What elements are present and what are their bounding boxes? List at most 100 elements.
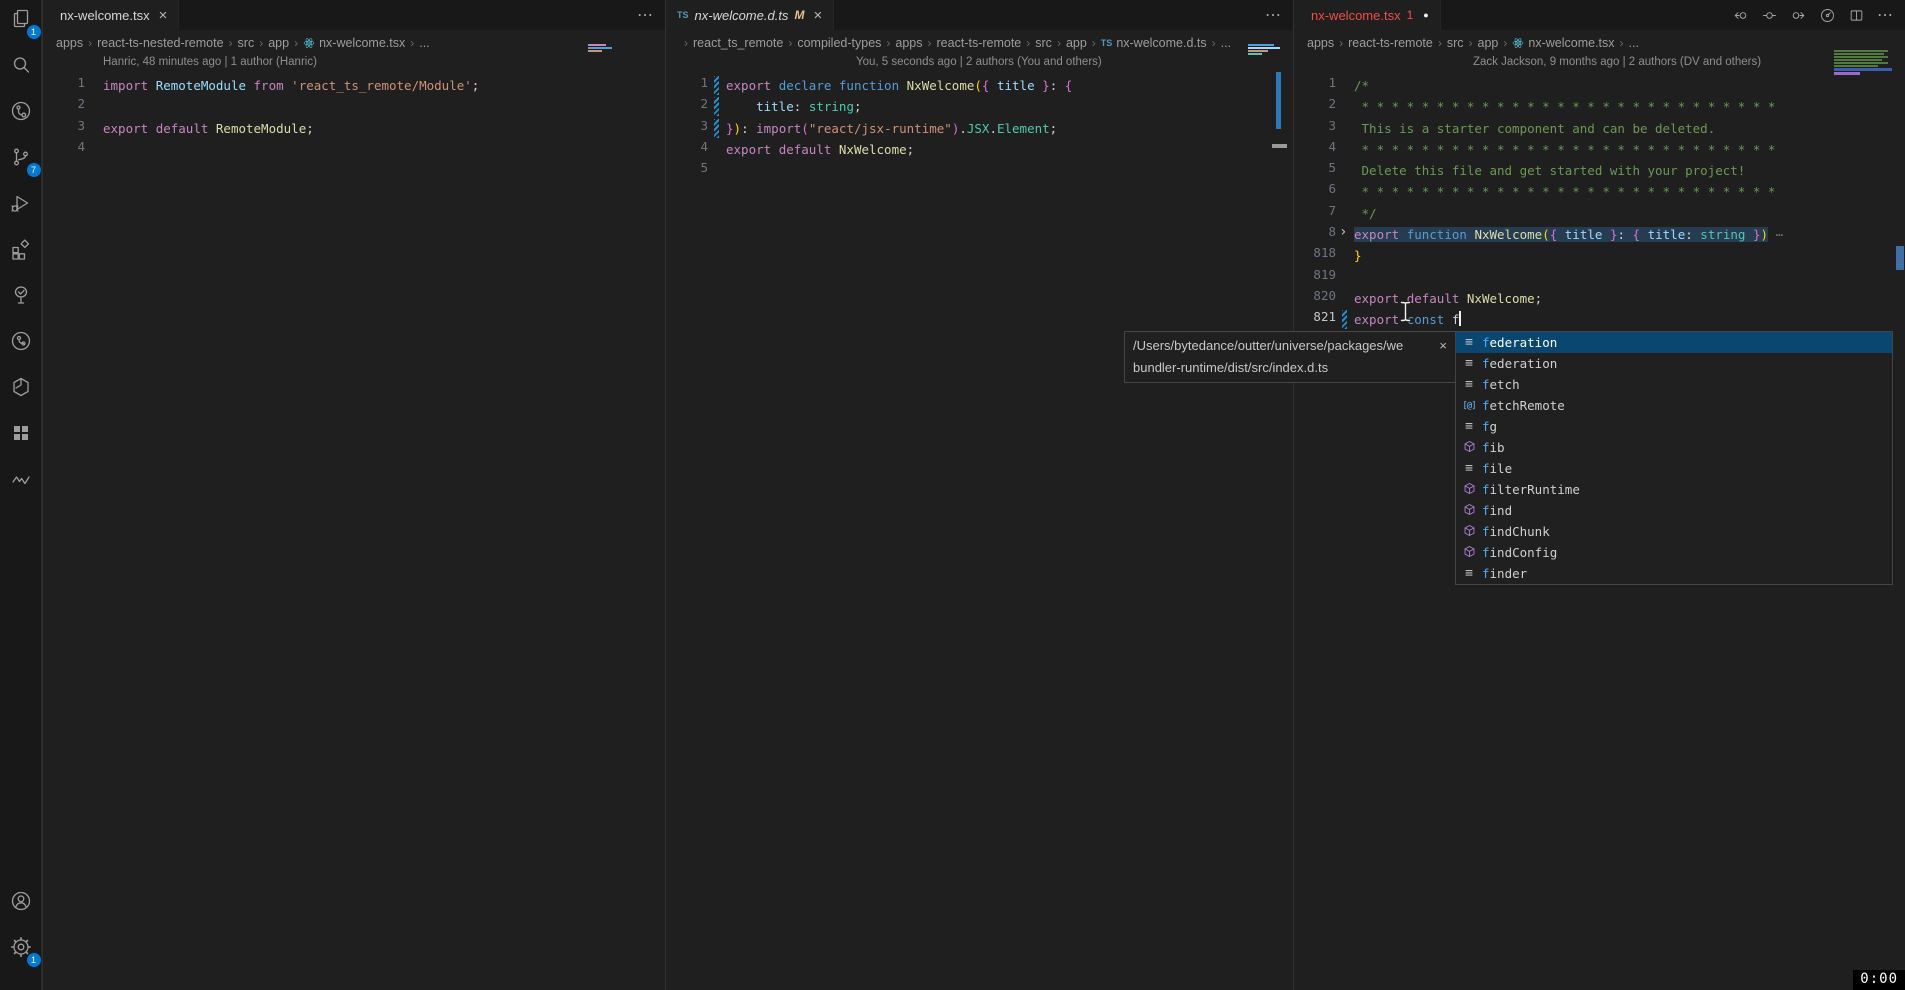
react-icon <box>1512 37 1524 49</box>
fold-chevron-icon[interactable]: › <box>1339 224 1347 240</box>
suggestion-fetch[interactable]: ≡fetch <box>1456 374 1892 395</box>
suggestion-fetchRemote[interactable]: [@]fetchRemote <box>1456 395 1892 416</box>
code-editor[interactable]: Hanric, 48 minutes ago | 1 author (Hanri… <box>43 56 665 990</box>
line-text: */ <box>1354 203 1377 224</box>
activity-item-source-control[interactable]: 7 <box>8 146 34 172</box>
activity-bar: 1 7 1 <box>0 0 42 990</box>
code-line-4: 4export default NxWelcome; <box>666 139 1293 160</box>
next-change-icon[interactable] <box>1790 7 1807 24</box>
close-tab-icon[interactable]: × <box>159 8 168 23</box>
activity-item-extensions[interactable] <box>8 238 34 264</box>
breadcrumb-item[interactable]: react-ts-remote <box>937 36 1022 50</box>
breadcrumb-item[interactable]: react-ts-remote <box>1348 36 1433 50</box>
suggestion-label: fib <box>1482 440 1505 455</box>
activity-item-commit-graph[interactable] <box>8 330 34 356</box>
suggestion-fg[interactable]: ≡fg <box>1456 416 1892 437</box>
breadcrumb-item[interactable]: app <box>1478 36 1499 50</box>
minimap[interactable] <box>588 44 612 52</box>
gutter-modified-marker <box>714 97 719 116</box>
dirty-indicator-icon[interactable]: ● <box>1423 10 1428 20</box>
code-line-1: 1export declare function NxWelcome({ tit… <box>666 75 1293 96</box>
more-actions-icon[interactable]: ⋯ <box>637 5 653 25</box>
breadcrumb-item[interactable]: TSnx-welcome.d.ts <box>1101 36 1207 50</box>
codelens-blame[interactable]: You, 5 seconds ago | 2 authors (You and … <box>856 56 1102 75</box>
breadcrumb: apps›react-ts-nested-remote›src›app›nx-w… <box>43 30 665 56</box>
line-text: export function NxWelcome({ title }: { t… <box>1354 224 1783 245</box>
breadcrumb-item[interactable]: ... <box>1629 36 1639 50</box>
line-text: /* <box>1354 75 1369 96</box>
minimap[interactable] <box>1834 50 1892 75</box>
chevron-right-icon: › <box>1026 36 1030 50</box>
breadcrumb-item[interactable]: nx-welcome.tsx <box>303 36 405 50</box>
activity-badge: 7 <box>27 163 41 177</box>
breadcrumb-item[interactable]: apps <box>56 36 83 50</box>
breadcrumb-item[interactable]: src <box>1447 36 1464 50</box>
minimap[interactable] <box>1248 44 1280 55</box>
activity-item-explorer[interactable]: 1 <box>8 8 34 34</box>
history-icon[interactable] <box>1819 7 1836 24</box>
breadcrumb-item[interactable]: apps <box>895 36 922 50</box>
breadcrumb-item[interactable]: compiled-types <box>797 36 881 50</box>
activity-item-grid-extension[interactable] <box>8 422 34 448</box>
chevron-right-icon: › <box>1092 36 1096 50</box>
tooltip-path-line1: /Users/bytedance/outter/universe/package… <box>1133 335 1433 357</box>
breadcrumb-item[interactable]: src <box>1035 36 1052 50</box>
codelens-blame[interactable]: Zack Jackson, 9 months ago | 2 authors (… <box>1473 56 1761 75</box>
breadcrumb: apps›react-ts-remote›src›app›nx-welcome.… <box>1294 30 1905 56</box>
prev-change-icon[interactable] <box>1732 7 1749 24</box>
more-actions-icon[interactable]: ⋯ <box>1877 5 1893 25</box>
hexagon-icon <box>9 375 33 404</box>
line-number: 1 <box>666 75 708 90</box>
editor-group-1: nx-welcome.tsx×⋯apps›react-ts-nested-rem… <box>42 0 665 990</box>
close-icon[interactable]: × <box>1439 335 1447 357</box>
line-number: 820 <box>1294 288 1336 303</box>
activity-item-testing-tree[interactable] <box>8 284 34 310</box>
split-editor-icon[interactable] <box>1848 7 1865 24</box>
scrollbar-thumb[interactable] <box>1896 246 1904 270</box>
breadcrumb-item[interactable]: react_ts_remote <box>693 36 783 50</box>
activity-item-gitlens[interactable] <box>8 100 34 126</box>
tab-nx-welcome.d.ts[interactable]: TSnx-welcome.d.tsM× <box>666 0 834 30</box>
activity-item-run-debug[interactable] <box>8 192 34 218</box>
line-text: export default RemoteModule; <box>103 118 314 139</box>
tab-nx-welcome.tsx[interactable]: nx-welcome.tsx1● <box>1294 0 1441 30</box>
code-line-1: 1import RemoteModule from 'react_ts_remo… <box>43 75 665 96</box>
activity-item-settings[interactable]: 1 <box>8 936 34 962</box>
breadcrumb-item[interactable]: app <box>1066 36 1087 50</box>
activity-item-search[interactable] <box>8 54 34 80</box>
suggestion-findChunk[interactable]: findChunk <box>1456 521 1892 542</box>
suggestion-federation[interactable]: ≡federation <box>1456 332 1892 353</box>
modified-badge: M <box>794 8 804 22</box>
suggestion-filterRuntime[interactable]: filterRuntime <box>1456 479 1892 500</box>
activity-item-waves-extension[interactable] <box>8 468 34 494</box>
activity-item-hexagon-extension[interactable] <box>8 376 34 402</box>
suggestion-fib[interactable]: fib <box>1456 437 1892 458</box>
breadcrumb-item[interactable]: ... <box>1221 36 1231 50</box>
close-tab-icon[interactable]: × <box>813 8 822 23</box>
chevron-right-icon: › <box>886 36 890 50</box>
breadcrumb-item[interactable]: nx-welcome.tsx <box>1512 36 1614 50</box>
breadcrumb-label: app <box>1066 36 1087 50</box>
codelens-blame[interactable]: Hanric, 48 minutes ago | 1 author (Hanri… <box>103 56 317 75</box>
breadcrumb-item[interactable]: apps <box>1307 36 1334 50</box>
tooltip-path-line2: bundler-runtime/dist/src/index.d.ts <box>1133 357 1447 379</box>
suggestion-finder[interactable]: ≡finder <box>1456 563 1892 584</box>
suggestion-file[interactable]: ≡file <box>1456 458 1892 479</box>
breadcrumb-item[interactable]: app <box>268 36 289 50</box>
code-editor[interactable]: You, 5 seconds ago | 2 authors (You and … <box>666 56 1293 990</box>
suggestion-findConfig[interactable]: findConfig <box>1456 542 1892 563</box>
gutter-modified-marker <box>714 76 719 95</box>
breadcrumb-item[interactable]: src <box>238 36 255 50</box>
breadcrumb-item[interactable]: ... <box>419 36 429 50</box>
suggestion-find[interactable]: find <box>1456 500 1892 521</box>
code-line-821: 821export const f <box>1294 309 1905 330</box>
activity-item-accounts[interactable] <box>8 890 34 916</box>
more-actions-icon[interactable]: ⋯ <box>1265 5 1281 25</box>
open-changes-icon[interactable] <box>1761 7 1778 24</box>
suggestion-federation[interactable]: ≡federation <box>1456 353 1892 374</box>
breadcrumb-item[interactable]: react-ts-nested-remote <box>97 36 223 50</box>
code-lines: 1/*2 * * * * * * * * * * * * * * * * * *… <box>1294 75 1905 331</box>
line-number: 1 <box>1294 75 1336 90</box>
suggestion-label: federation <box>1482 335 1557 350</box>
tab-nx-welcome.tsx[interactable]: nx-welcome.tsx× <box>43 0 179 30</box>
